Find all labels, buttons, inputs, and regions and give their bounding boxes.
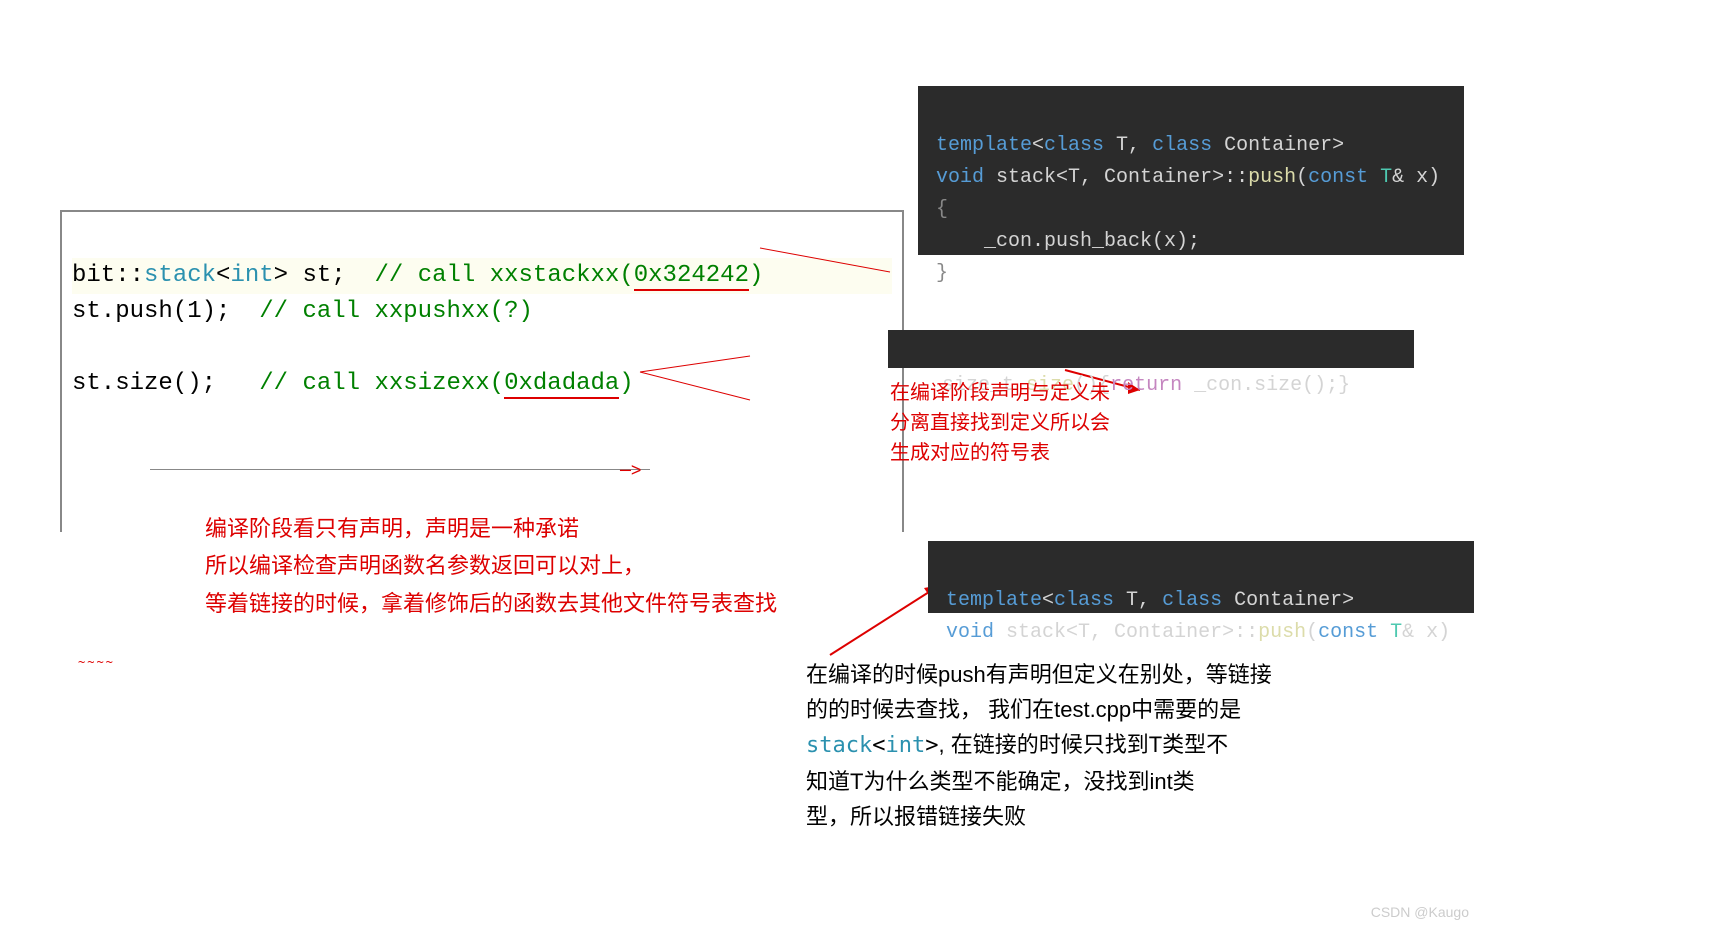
- t: [984, 166, 996, 189]
- red-note-line: 在编译阶段声明与定义未: [890, 378, 1190, 408]
- divider-line: [150, 469, 650, 470]
- code-text: ::: [115, 262, 144, 289]
- code-type-stack: stack: [144, 262, 216, 289]
- code-comment: // call xxpushxx(?): [259, 298, 533, 325]
- t: T: [1368, 166, 1392, 189]
- code-inline: int: [885, 733, 925, 758]
- note-line: 在编译的时候push有声明但定义在别处，等链接: [806, 657, 1316, 692]
- t: x): [1426, 621, 1450, 644]
- dark-code-box-push-decl: template<class T, class Container> void …: [928, 541, 1474, 613]
- t: {: [936, 198, 948, 221]
- kw: const: [1318, 621, 1378, 644]
- t: stack: [1006, 621, 1066, 644]
- red-note-line: 编译阶段看只有声明，声明是一种承诺: [205, 510, 825, 547]
- red-note-line: 分离直接找到定义所以会: [890, 408, 1190, 438]
- t: ::: [1234, 621, 1258, 644]
- note-line: 知道T为什么类型不能确定，没找到int类: [806, 764, 1316, 799]
- watermark: CSDN @Kaugo: [1371, 904, 1469, 920]
- code-comment: // call xxstackxx(: [375, 262, 634, 289]
- kw: void: [946, 621, 994, 644]
- red-note-line: 生成对应的符号表: [890, 438, 1190, 468]
- kw: class: [1162, 589, 1222, 612]
- t: (: [1296, 166, 1308, 189]
- red-note-right: 在编译阶段声明与定义未 分离直接找到定义所以会 生成对应的符号表: [890, 378, 1190, 468]
- kw: template: [946, 589, 1042, 612]
- code-inline: >: [925, 733, 938, 758]
- note-line: 型，所以报错链接失败: [806, 799, 1316, 834]
- black-note-link-error: 在编译的时候push有声明但定义在别处，等链接 的的时候去查找， 我们在test…: [806, 657, 1316, 834]
- t: &: [1402, 621, 1426, 644]
- note-line: stack<int>, 在链接的时候只找到T类型不: [806, 727, 1316, 763]
- t: T,: [1114, 589, 1162, 612]
- code-comment-addr: 0xdadada: [504, 370, 619, 399]
- kw: template: [936, 134, 1032, 157]
- t: (: [1306, 621, 1318, 644]
- t: _con.size();}: [1182, 374, 1350, 397]
- code-comment-addr: 0x324242: [634, 262, 749, 291]
- kw: const: [1308, 166, 1368, 189]
- t: }: [936, 262, 948, 285]
- code-type-int: int: [230, 262, 273, 289]
- code-text: <: [216, 262, 230, 289]
- t: <T, Container>: [1066, 621, 1234, 644]
- dark-code-box-size: size_t size(){return _con.size();}: [888, 330, 1414, 368]
- red-note-left: 编译阶段看只有声明，声明是一种承诺 所以编译检查声明函数名参数返回可以对上， 等…: [205, 510, 825, 622]
- code-comment: ): [749, 262, 763, 289]
- kw: class: [1044, 134, 1104, 157]
- t: <T, Container>: [1056, 166, 1224, 189]
- t: Container>: [1212, 134, 1344, 157]
- red-note-line: 等着链接的时候，拿着修饰后的函数去其他文件符号表查找: [205, 585, 825, 622]
- t: stack: [996, 166, 1056, 189]
- code-comment: // call xxsizexx(: [259, 370, 504, 397]
- t: [994, 621, 1006, 644]
- code-text: st.push(1);: [72, 298, 259, 325]
- kw: class: [1152, 134, 1212, 157]
- fn: push: [1258, 621, 1306, 644]
- note-text: , 在链接的时候只找到T类型不: [938, 732, 1228, 757]
- t: x): [1416, 166, 1440, 189]
- kw: void: [936, 166, 984, 189]
- code-inline: <: [872, 733, 885, 758]
- code-text: st.size();: [72, 370, 259, 397]
- note-line: 的的时候去查找， 我们在test.cpp中需要的是: [806, 692, 1316, 727]
- code-ns: bit: [72, 262, 115, 289]
- dark-code-box-push-def: template<class T, class Container> void …: [918, 86, 1464, 255]
- t: ::: [1224, 166, 1248, 189]
- fn: push: [1248, 166, 1296, 189]
- t: <: [1032, 134, 1044, 157]
- t: <: [1042, 589, 1054, 612]
- red-arrowhead-mark: ─>: [620, 462, 642, 482]
- red-note-line: 所以编译检查声明函数名参数返回可以对上，: [205, 547, 825, 584]
- code-comment: ): [619, 370, 633, 397]
- red-squiggle-mark: ~~~~: [78, 655, 115, 669]
- code-blank: [72, 334, 86, 361]
- t: _con.push_back(x);: [936, 230, 1200, 253]
- t: &: [1392, 166, 1416, 189]
- left-code-snippet: bit::stack<int> st; // call xxstackxx(0x…: [60, 210, 904, 532]
- t: Container>: [1222, 589, 1354, 612]
- kw: class: [1054, 589, 1114, 612]
- t: T: [1378, 621, 1402, 644]
- code-inline: stack: [806, 733, 872, 758]
- code-text: > st;: [274, 262, 375, 289]
- t: T,: [1104, 134, 1152, 157]
